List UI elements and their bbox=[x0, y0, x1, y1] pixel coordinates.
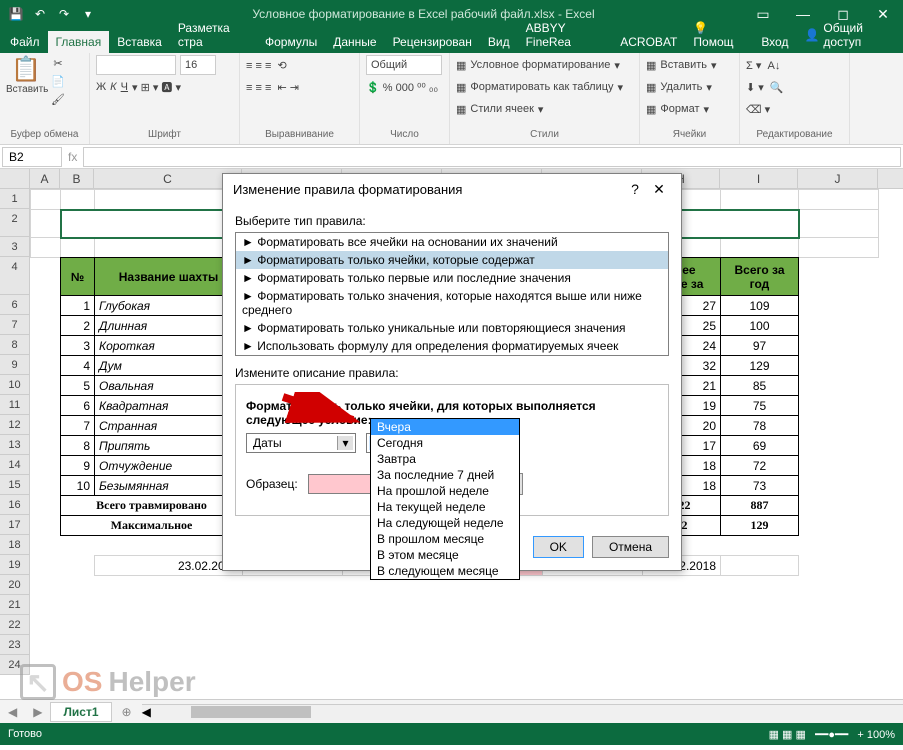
conditional-formatting-button[interactable]: ▦ Условное форматирование ▾ bbox=[456, 55, 620, 75]
ribbon-tabs: Файл Главная Вставка Разметка стра Форму… bbox=[0, 28, 903, 53]
sample-label: Образец: bbox=[246, 477, 298, 491]
tab-data[interactable]: Данные bbox=[325, 31, 384, 53]
col-number: № bbox=[61, 258, 95, 296]
sheet-tab-bar: ◀ ▶ Лист1 ⊕ ◀ bbox=[0, 699, 903, 723]
align-bottom-row[interactable]: ≡ ≡ ≡ ⇤ ⇥ bbox=[246, 77, 299, 97]
table-title: К bbox=[61, 210, 243, 238]
save-icon[interactable]: 💾 bbox=[6, 4, 26, 24]
dropdown-option[interactable]: В прошлом месяце bbox=[371, 531, 519, 547]
format-painter-icon[interactable]: 🖌 bbox=[50, 91, 66, 107]
ribbon: 📋 Вставить ✂ 📄 🖌 Буфер обмена 16 Ж К Ч ▾… bbox=[0, 53, 903, 145]
horizontal-scrollbar[interactable]: ◀ bbox=[142, 704, 903, 720]
format-as-table-button[interactable]: ▦ Форматировать как таблицу ▾ bbox=[456, 77, 623, 97]
rule-type-label: Выберите тип правила: bbox=[235, 214, 669, 228]
delete-cells-button[interactable]: ▦ Удалить ▾ bbox=[646, 77, 712, 97]
number-format-combo[interactable]: Общий bbox=[366, 55, 442, 75]
formula-bar: B2 fx bbox=[0, 145, 903, 169]
fill-button[interactable]: ⬇ ▾ 🔍 bbox=[746, 77, 784, 97]
dropdown-option[interactable]: На прошлой неделе bbox=[371, 483, 519, 499]
group-styles: Стили bbox=[456, 129, 633, 142]
total-label: Всего травмировано bbox=[61, 496, 243, 516]
dialog-help-icon[interactable]: ? bbox=[623, 181, 647, 197]
fx-icon[interactable]: fx bbox=[68, 150, 77, 164]
group-number: Число bbox=[366, 129, 443, 142]
dropdown-option[interactable]: Вчера bbox=[371, 419, 519, 435]
name-box[interactable]: B2 bbox=[2, 147, 62, 167]
dropdown-option[interactable]: В следующем месяце bbox=[371, 563, 519, 579]
title-bar: 💾 ↶ ↷ ▾ Условное форматирование в Excel … bbox=[0, 0, 903, 28]
font-style-row: Ж К Ч ▾ ⊞ ▾ 🅰 ▾ bbox=[96, 77, 181, 97]
rule-type-option[interactable]: ► Форматировать только уникальные или по… bbox=[236, 319, 668, 337]
select-all-corner[interactable] bbox=[0, 169, 30, 188]
redo-icon[interactable]: ↷ bbox=[54, 4, 74, 24]
sign-in[interactable]: Вход bbox=[753, 31, 796, 53]
sheet-tab[interactable]: Лист1 bbox=[50, 702, 111, 722]
font-size-combo[interactable]: 16 bbox=[180, 55, 216, 75]
group-cells: Ячейки bbox=[646, 129, 733, 142]
dropdown-option[interactable]: На текущей неделе bbox=[371, 499, 519, 515]
rule-type-option[interactable]: ► Форматировать все ячейки на основании … bbox=[236, 233, 668, 251]
group-editing: Редактирование bbox=[746, 129, 843, 142]
copy-icon[interactable]: 📄 bbox=[50, 73, 66, 89]
zoom-controls[interactable]: ▦ ▦ ▦ ━━●━━ + 100% bbox=[769, 728, 895, 741]
sheet-nav-next-icon[interactable]: ▶ bbox=[25, 705, 50, 719]
format-cells-button[interactable]: ▦ Формат ▾ bbox=[646, 99, 709, 119]
cell-styles-button[interactable]: ▦ Стили ячеек ▾ bbox=[456, 99, 543, 119]
row-headers[interactable]: 123 4 6789 10111213 14151617 18192021 22… bbox=[0, 189, 30, 675]
dropdown-option[interactable]: За последние 7 дней bbox=[371, 467, 519, 483]
dialog-close-icon[interactable]: ✕ bbox=[647, 181, 671, 198]
group-font: Шрифт bbox=[96, 129, 233, 142]
rule-type-list[interactable]: ► Форматировать все ячейки на основании … bbox=[235, 232, 669, 356]
condition-type-combo[interactable]: Даты▾ bbox=[246, 433, 356, 453]
annotation-arrow bbox=[278, 392, 368, 432]
tab-home[interactable]: Главная bbox=[48, 31, 110, 53]
status-bar: Готово ▦ ▦ ▦ ━━●━━ + 100% bbox=[0, 723, 903, 745]
tab-abbyy[interactable]: ABBYY FineRea bbox=[518, 17, 613, 53]
number-icons[interactable]: 💲 % 000 ⁰⁰ ₀₀ bbox=[366, 77, 438, 97]
qat-dropdown-icon[interactable]: ▾ bbox=[78, 4, 98, 24]
rule-type-option[interactable]: ► Использовать формулу для определения ф… bbox=[236, 337, 668, 355]
group-alignment: Выравнивание bbox=[246, 129, 353, 142]
tab-view[interactable]: Вид bbox=[480, 31, 518, 53]
sheet-nav-prev-icon[interactable]: ◀ bbox=[0, 705, 25, 719]
dropdown-option[interactable]: Сегодня bbox=[371, 435, 519, 451]
status-ready: Готово bbox=[8, 728, 42, 740]
tab-file[interactable]: Файл bbox=[2, 31, 48, 53]
cancel-button[interactable]: Отмена bbox=[592, 536, 669, 558]
formula-input[interactable] bbox=[83, 147, 901, 167]
cut-icon[interactable]: ✂ bbox=[50, 55, 66, 71]
share-button[interactable]: 👤 Общий доступ bbox=[796, 17, 901, 53]
insert-cells-button[interactable]: ▦ Вставить ▾ bbox=[646, 55, 717, 75]
tab-review[interactable]: Рецензирован bbox=[385, 31, 480, 53]
autosum-button[interactable]: Σ ▾ A↓ bbox=[746, 55, 780, 75]
edit-desc-label: Измените описание правила: bbox=[235, 366, 669, 380]
col-total: Всего за год bbox=[721, 258, 799, 296]
tab-layout[interactable]: Разметка стра bbox=[170, 17, 257, 53]
tab-formulas[interactable]: Формулы bbox=[257, 31, 325, 53]
watermark: ↖OSHelper bbox=[20, 664, 196, 700]
quick-access-toolbar: 💾 ↶ ↷ ▾ bbox=[0, 4, 104, 24]
dropdown-option[interactable]: Завтра bbox=[371, 451, 519, 467]
rule-type-option[interactable]: ► Форматировать только ячейки, которые с… bbox=[236, 251, 668, 269]
tab-insert[interactable]: Вставка bbox=[109, 31, 170, 53]
date-dropdown-list[interactable]: ВчераСегодняЗавтраЗа последние 7 днейНа … bbox=[370, 418, 520, 580]
dropdown-option[interactable]: В этом месяце bbox=[371, 547, 519, 563]
new-sheet-icon[interactable]: ⊕ bbox=[112, 705, 142, 719]
tell-me[interactable]: 💡 Помощ bbox=[685, 17, 753, 53]
tab-acrobat[interactable]: ACROBAT bbox=[612, 31, 685, 53]
ok-button[interactable]: OK bbox=[533, 536, 584, 558]
font-name-combo[interactable] bbox=[96, 55, 176, 75]
undo-icon[interactable]: ↶ bbox=[30, 4, 50, 24]
paste-button[interactable]: 📋 Вставить bbox=[6, 55, 46, 95]
dropdown-option[interactable]: На следующей неделе bbox=[371, 515, 519, 531]
group-clipboard: Буфер обмена bbox=[6, 129, 83, 142]
col-name: Название шахты bbox=[95, 258, 243, 296]
max-label: Максимальное bbox=[61, 516, 243, 536]
clear-button[interactable]: ⌫ ▾ bbox=[746, 99, 770, 119]
chevron-down-icon: ▾ bbox=[337, 436, 353, 450]
dialog-title: Изменение правила форматирования bbox=[233, 182, 623, 197]
rule-type-option[interactable]: ► Форматировать только значения, которые… bbox=[236, 287, 668, 319]
align-top-row[interactable]: ≡ ≡ ≡ ⟲ bbox=[246, 55, 287, 75]
rule-type-option[interactable]: ► Форматировать только первые или послед… bbox=[236, 269, 668, 287]
